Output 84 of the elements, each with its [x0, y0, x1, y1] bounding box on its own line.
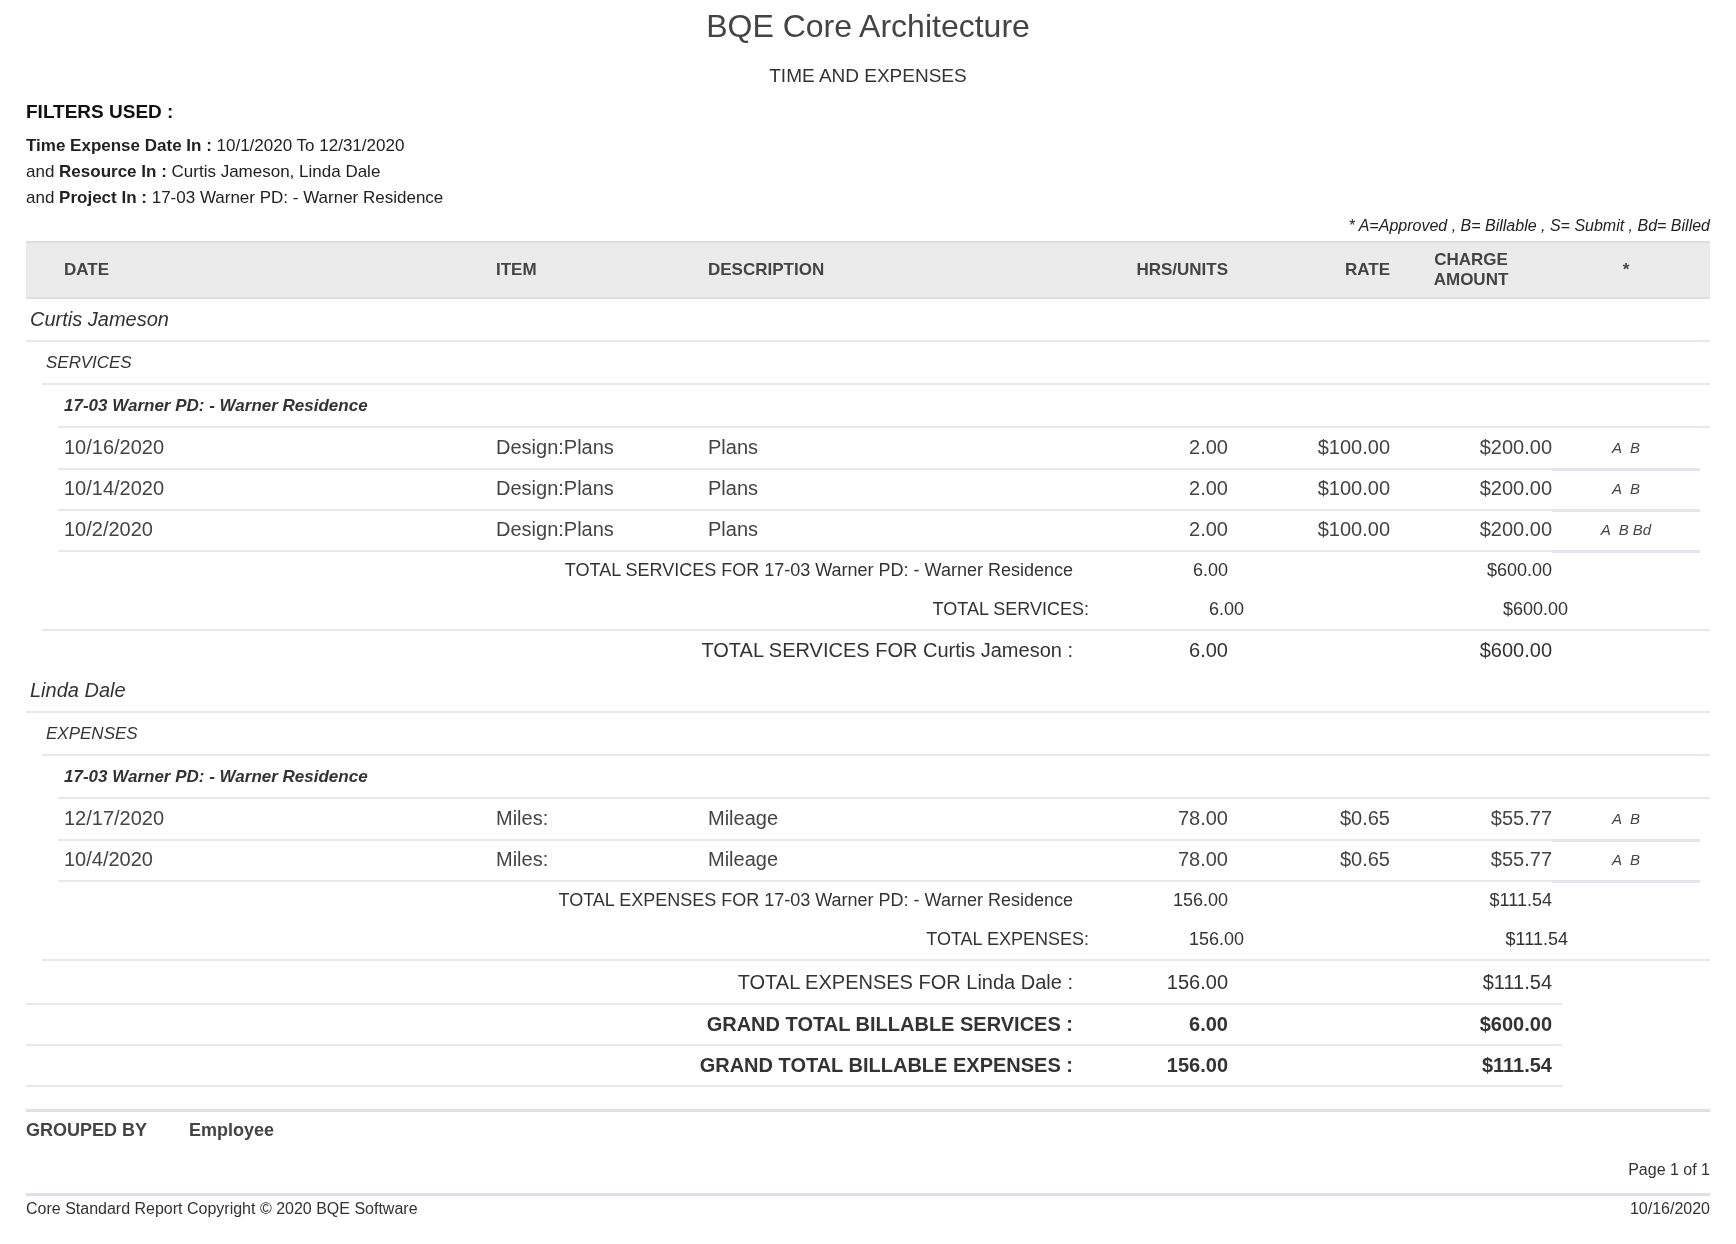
filters-heading: FILTERS USED :	[26, 101, 175, 123]
total-hours: 6.00	[1191, 560, 1228, 581]
status-legend: * A=Approved , B= Billable , S= Submit , Bd= Billed	[26, 217, 1710, 235]
total-hours: 156.00	[1165, 970, 1228, 994]
total-label: TOTAL SERVICES:	[931, 599, 1090, 620]
filter-line: Time Expense Date In : 10/1/2020 To 12/31/2020	[26, 135, 406, 157]
column-heading: DATE	[64, 260, 109, 280]
item-cell: Miles:	[496, 807, 549, 830]
hours-cell: 2.00	[1189, 518, 1228, 541]
total-label: TOTAL SERVICES FOR 17-03 Warner PD: - Warner Residence	[563, 560, 1074, 581]
hours-cell: 78.00	[1177, 807, 1228, 830]
total-label: TOTAL SERVICES FOR Curtis Jameson :	[700, 639, 1074, 662]
category-heading: SERVICES	[45, 352, 132, 373]
total-label: GRAND TOTAL BILLABLE SERVICES :	[705, 1013, 1074, 1036]
total-hours: 156.00	[1165, 1054, 1228, 1077]
grouped-by-value: Employee	[189, 1120, 275, 1141]
rate-cell: $0.65	[1339, 807, 1390, 830]
report-subtitle: TIME AND EXPENSES	[768, 65, 968, 87]
hours-cell: 2.00	[1189, 436, 1228, 459]
item-cell: Design:Plans	[496, 436, 614, 459]
total-hours: 156.00	[1187, 929, 1244, 950]
status-flags: A B	[1612, 850, 1640, 868]
amount-cell: $200.00	[1479, 518, 1552, 541]
date-cell: 10/4/2020	[64, 848, 153, 871]
project-heading: 17-03 Warner PD: - Warner Residence	[63, 766, 368, 787]
total-hours: 156.00	[1171, 890, 1228, 911]
print-date: 10/16/2020	[1629, 1200, 1710, 1218]
item-cell: Design:Plans	[496, 477, 614, 500]
date-cell: 10/16/2020	[64, 436, 165, 459]
total-amount: $111.54	[1488, 890, 1552, 911]
copyright-text: Core Standard Report Copyright © 2020 BQE Software	[26, 1200, 418, 1218]
total-label: TOTAL EXPENSES:	[925, 929, 1090, 950]
total-hours: 6.00	[1188, 1013, 1228, 1036]
report-company-title: BQE Core Architecture	[705, 8, 1031, 45]
page-number: Page 1 of 1	[1627, 1161, 1710, 1179]
date-cell: 10/2/2020	[64, 518, 153, 541]
column-heading: RATE	[1345, 260, 1390, 280]
status-flags: A B	[1612, 479, 1640, 497]
total-amount: $600.00	[1478, 639, 1552, 662]
filter-line: and Resource In : Curtis Jameson, Linda Dale	[26, 161, 382, 183]
filter-line: and Project In : 17-03 Warner PD: - Warner Residence	[26, 187, 445, 209]
total-amount: $111.54	[1480, 1054, 1552, 1077]
amount-cell: $200.00	[1479, 477, 1552, 500]
total-amount: $600.00	[1478, 1013, 1552, 1036]
total-hours: 6.00	[1188, 639, 1228, 662]
column-heading: HRS/UNITS	[1136, 260, 1228, 280]
status-flags: A B	[1612, 438, 1640, 456]
rate-cell: $100.00	[1317, 436, 1390, 459]
total-hours: 6.00	[1207, 599, 1244, 620]
total-amount: $600.00	[1485, 560, 1552, 581]
item-cell: Miles:	[496, 848, 549, 871]
status-flags: A B Bd	[1600, 520, 1652, 538]
resource-name: Linda Dale	[29, 679, 126, 702]
rate-cell: $0.65	[1339, 848, 1390, 871]
status-flags: A B	[1612, 809, 1640, 827]
total-amount: $600.00	[1501, 599, 1568, 620]
rate-cell: $100.00	[1317, 518, 1390, 541]
hours-cell: 2.00	[1189, 477, 1228, 500]
column-heading: ITEM	[496, 260, 537, 280]
date-cell: 12/17/2020	[64, 807, 165, 830]
item-cell: Design:Plans	[496, 518, 614, 541]
column-heading: DESCRIPTION	[708, 260, 825, 280]
description-cell: Plans	[708, 436, 759, 459]
rate-cell: $100.00	[1317, 477, 1390, 500]
column-heading: CHARGE AMOUNT	[1432, 250, 1510, 290]
hours-cell: 78.00	[1177, 848, 1228, 871]
description-cell: Plans	[708, 477, 759, 500]
amount-cell: $55.77	[1490, 807, 1552, 830]
resource-name: Curtis Jameson	[29, 308, 169, 331]
project-heading: 17-03 Warner PD: - Warner Residence	[63, 395, 368, 416]
amount-cell: $55.77	[1490, 848, 1552, 871]
description-cell: Mileage	[708, 848, 779, 871]
total-label: TOTAL EXPENSES FOR Linda Dale :	[736, 970, 1074, 994]
column-heading: *	[1622, 260, 1630, 280]
category-heading: EXPENSES	[45, 723, 138, 744]
total-label: TOTAL EXPENSES FOR 17-03 Warner PD: - Warner Residence	[557, 890, 1074, 911]
total-amount: $111.54	[1481, 970, 1552, 994]
description-cell: Plans	[708, 518, 759, 541]
total-label: GRAND TOTAL BILLABLE EXPENSES :	[698, 1054, 1074, 1077]
date-cell: 10/14/2020	[64, 477, 165, 500]
description-cell: Mileage	[708, 807, 779, 830]
amount-cell: $200.00	[1479, 436, 1552, 459]
total-amount: $111.54	[1504, 929, 1568, 950]
grouped-by-label: GROUPED BY	[26, 1120, 148, 1141]
